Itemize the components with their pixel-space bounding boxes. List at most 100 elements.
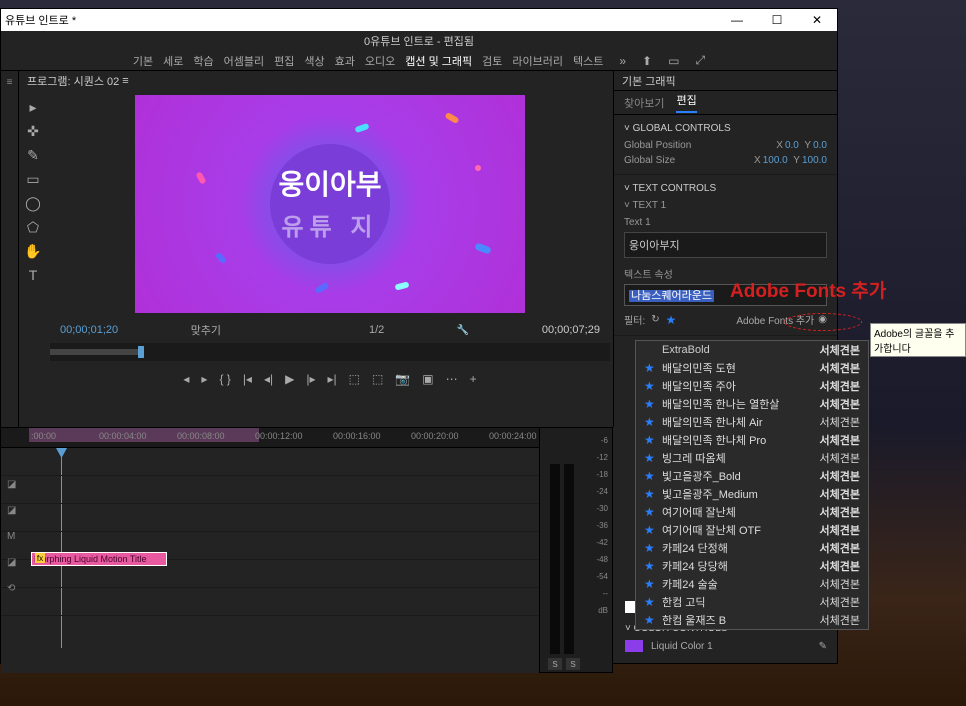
favorite-star-icon[interactable]: ★	[644, 415, 658, 429]
font-list-item[interactable]: ★빛고을광주_Bold서체견본	[636, 467, 868, 485]
pos-x[interactable]: 0.0	[785, 140, 799, 151]
size-y[interactable]: 100.0	[802, 155, 827, 166]
go-in-icon[interactable]: |◂	[243, 372, 252, 386]
font-list-item[interactable]: ★카페24 당당해서체견본	[636, 557, 868, 575]
polygon-tool-icon[interactable]: ⬠	[25, 219, 41, 235]
ws-edit[interactable]: 편집	[274, 53, 294, 69]
font-dropdown-list[interactable]: ★ExtraBold서체견본★배달의민족 도현서체견본★배달의민족 주아서체견본…	[635, 340, 869, 630]
font-list-item[interactable]: ★한컴 울재즈 B서체견본	[636, 611, 868, 629]
timecode-out[interactable]: 00;00;07;29	[542, 324, 600, 336]
direct-select-icon[interactable]: ✜	[25, 123, 41, 139]
type-tool-icon[interactable]: T	[25, 267, 41, 283]
track-lock-icon[interactable]: ◪	[7, 505, 23, 517]
minimize-button[interactable]: —	[717, 9, 757, 31]
pen-tool-icon[interactable]: ✎	[25, 147, 41, 163]
favorite-star-icon[interactable]: ★	[644, 469, 658, 483]
mark-in-icon[interactable]: ◂	[183, 372, 189, 386]
favorite-star-icon[interactable]: ★	[644, 595, 658, 609]
solo-icon[interactable]: ◪	[7, 557, 23, 569]
extract-icon[interactable]: ⬚	[372, 372, 383, 386]
font-list-item[interactable]: ★배달의민족 한나체 Pro서체견본	[636, 431, 868, 449]
timecode-in[interactable]: 00;00;01;20	[60, 324, 118, 336]
edit-color-icon[interactable]: ✎	[819, 641, 827, 652]
font-list-item[interactable]: ★카페24 술술서체견본	[636, 575, 868, 593]
favorite-star-icon[interactable]: ★	[644, 433, 658, 447]
favorite-star-icon[interactable]: ★	[644, 451, 658, 465]
favorite-star-icon[interactable]: ★	[644, 487, 658, 501]
ws-review[interactable]: 검토	[482, 53, 502, 69]
timeline-clip[interactable]: Morphing Liquid Motion Title	[31, 552, 167, 566]
filter-refresh-icon[interactable]: ↻	[651, 314, 659, 325]
favorite-star-icon[interactable]: ★	[644, 541, 658, 555]
track-toggle-icon[interactable]: ◪	[7, 479, 23, 491]
favorite-star-icon[interactable]: ★	[644, 505, 658, 519]
solo-left-button[interactable]: S	[548, 658, 562, 670]
step-back-icon[interactable]: ◂|	[264, 372, 273, 386]
rectangle-tool-icon[interactable]: ▭	[25, 171, 41, 187]
link-icon[interactable]: ⟲	[7, 583, 23, 595]
ws-assembly[interactable]: 어셈블리	[224, 53, 264, 69]
font-list-item[interactable]: ★여기어때 잘난체 OTF서체견본	[636, 521, 868, 539]
selection-tool-icon[interactable]: ▸	[25, 99, 41, 115]
ws-learn[interactable]: 학습	[193, 53, 213, 69]
settings-icon[interactable]: ⋯	[446, 372, 458, 386]
favorite-star-icon[interactable]: ★	[644, 361, 658, 375]
pos-y[interactable]: 0.0	[813, 140, 827, 151]
fit-dropdown[interactable]: 맞추기	[191, 322, 221, 338]
size-x[interactable]: 100.0	[763, 155, 788, 166]
fullscreen-icon[interactable]: ⤢	[695, 53, 705, 68]
step-fwd-icon[interactable]: |▸	[306, 372, 315, 386]
clip-fx-icon[interactable]: fx	[35, 553, 45, 563]
ws-vertical[interactable]: 세로	[163, 53, 183, 69]
favorite-star-icon[interactable]: ★	[644, 397, 658, 411]
favorite-star-icon[interactable]: ★	[644, 379, 658, 393]
program-monitor[interactable]: 웅이아부 유튜 지	[135, 95, 525, 313]
quickexport-icon[interactable]: ▭	[668, 54, 679, 68]
share-icon[interactable]: ⬆	[642, 54, 652, 68]
scrub-bar[interactable]	[50, 343, 610, 361]
font-list-item[interactable]: ★카페24 단정해서체견본	[636, 539, 868, 557]
font-list-item[interactable]: ★빛고을광주_Medium서체견본	[636, 485, 868, 503]
favorite-star-icon[interactable]: ★	[644, 559, 658, 573]
ws-effects[interactable]: 효과	[335, 53, 355, 69]
font-list-item[interactable]: ★한컴 고딕서체견본	[636, 593, 868, 611]
favorite-star-icon[interactable]: ★	[644, 577, 658, 591]
add-icon[interactable]: +	[470, 372, 477, 386]
liquid1-color-swatch[interactable]	[625, 640, 643, 652]
play-icon[interactable]: ▶	[285, 372, 294, 386]
font-list-item[interactable]: ★배달의민족 한나는 열한살서체견본	[636, 395, 868, 413]
tab-edit[interactable]: 편집	[676, 92, 696, 113]
export-frame-icon[interactable]: 📷	[395, 372, 410, 386]
filter-favorite-icon[interactable]: ★	[666, 313, 677, 327]
ws-text[interactable]: 텍스트	[573, 53, 603, 69]
ws-color[interactable]: 색상	[304, 53, 324, 69]
font-list-item[interactable]: ★배달의민족 한나체 Air서체견본	[636, 413, 868, 431]
overflow-icon[interactable]: »	[619, 54, 626, 68]
text1-input[interactable]: 웅이아부지	[624, 232, 827, 258]
ws-audio[interactable]: 오디오	[365, 53, 395, 69]
timeline-ruler[interactable]: :00:00 00:00:04:00 00:00:08:00 00:00:12:…	[1, 428, 612, 448]
font-list-item[interactable]: ★빙그레 따옴체서체견본	[636, 449, 868, 467]
ws-library[interactable]: 라이브러리	[512, 53, 563, 69]
go-out-icon[interactable]: ▸|	[327, 372, 336, 386]
hand-tool-icon[interactable]: ✋	[25, 243, 41, 259]
ws-basic[interactable]: 기본	[133, 53, 153, 69]
mute-icon[interactable]: M	[7, 531, 23, 543]
tab-browse[interactable]: 찾아보기	[624, 95, 664, 111]
favorite-star-icon[interactable]: ★	[644, 523, 658, 537]
wrench-icon[interactable]: 🔧	[457, 325, 469, 336]
solo-right-button[interactable]: S	[566, 658, 580, 670]
close-button[interactable]: ✕	[797, 9, 837, 31]
marker-icon[interactable]: { }	[219, 372, 230, 386]
ws-captions[interactable]: 캡션 및 그래픽	[405, 53, 472, 69]
maximize-button[interactable]: ☐	[757, 9, 797, 31]
lift-icon[interactable]: ⬚	[349, 372, 360, 386]
font-list-item[interactable]: ★ExtraBold서체견본	[636, 341, 868, 359]
mark-out-icon[interactable]: ▸	[201, 372, 207, 386]
font-list-item[interactable]: ★여기어때 잘난체서체견본	[636, 503, 868, 521]
resolution-dropdown[interactable]: 1/2	[369, 324, 384, 336]
favorite-star-icon[interactable]: ★	[644, 613, 658, 627]
ellipse-tool-icon[interactable]: ◯	[25, 195, 41, 211]
font-list-item[interactable]: ★배달의민족 주아서체견본	[636, 377, 868, 395]
font-list-item[interactable]: ★배달의민족 도현서체견본	[636, 359, 868, 377]
